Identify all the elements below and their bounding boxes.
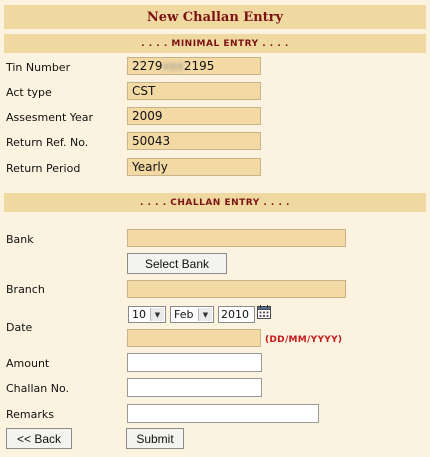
page-title: New Challan Entry bbox=[4, 5, 426, 29]
date-format-hint: (DD/MM/YYYY) bbox=[265, 335, 343, 345]
date-year-value: 2010 bbox=[221, 308, 249, 321]
act-type-field: CST bbox=[127, 82, 261, 100]
calendar-icon[interactable] bbox=[257, 305, 272, 320]
challan-entry-section-title: . . . . CHALLAN ENTRY . . . . bbox=[140, 197, 290, 208]
bank-label: Bank bbox=[6, 233, 34, 246]
amount-label: Amount bbox=[6, 357, 50, 370]
tin-number-label: Tin Number bbox=[6, 61, 71, 74]
assessment-year-label: Assesment Year bbox=[6, 111, 94, 124]
remarks-label: Remarks bbox=[6, 408, 54, 421]
return-period-label: Return Period bbox=[6, 162, 81, 175]
branch-label: Branch bbox=[6, 283, 45, 296]
chevron-down-icon: ▼ bbox=[198, 308, 212, 321]
challan-no-input[interactable] bbox=[127, 378, 262, 397]
back-button[interactable]: << Back bbox=[6, 428, 72, 449]
bank-field[interactable] bbox=[127, 229, 346, 247]
date-month-value: Feb bbox=[174, 308, 194, 321]
date-label: Date bbox=[6, 321, 33, 334]
act-type-label: Act type bbox=[6, 86, 52, 99]
return-period-field: Yearly bbox=[127, 158, 261, 176]
submit-button[interactable]: Submit bbox=[126, 428, 184, 449]
amount-input[interactable] bbox=[127, 353, 262, 372]
return-ref-label: Return Ref. No. bbox=[6, 136, 89, 149]
date-month-select[interactable]: Feb ▼ bbox=[170, 306, 214, 323]
challan-no-label: Challan No. bbox=[6, 382, 69, 395]
tin-number-field: 2279xxx2195 bbox=[127, 57, 261, 75]
tin-number-value-start: 2279 bbox=[132, 59, 163, 73]
date-field[interactable] bbox=[127, 329, 261, 347]
minimal-entry-section-header: . . . . MINIMAL ENTRY . . . . bbox=[4, 34, 426, 53]
return-ref-field: 50043 bbox=[127, 132, 261, 150]
tin-number-value-end: 2195 bbox=[183, 59, 215, 73]
date-year-field[interactable]: 2010 bbox=[218, 306, 255, 323]
remarks-input[interactable] bbox=[127, 404, 319, 423]
select-bank-button[interactable]: Select Bank bbox=[127, 253, 227, 274]
tin-number-value-hidden: xxx bbox=[162, 59, 184, 73]
minimal-entry-section-title: . . . . MINIMAL ENTRY . . . . bbox=[141, 38, 289, 49]
challan-entry-section-header: . . . . CHALLAN ENTRY . . . . bbox=[4, 193, 426, 212]
page-title-text: New Challan Entry bbox=[146, 9, 284, 25]
assessment-year-field: 2009 bbox=[127, 107, 261, 125]
chevron-down-icon: ▼ bbox=[150, 308, 164, 321]
date-day-select[interactable]: 10 ▼ bbox=[128, 306, 166, 323]
date-day-value: 10 bbox=[132, 308, 146, 321]
branch-field[interactable] bbox=[127, 280, 346, 298]
